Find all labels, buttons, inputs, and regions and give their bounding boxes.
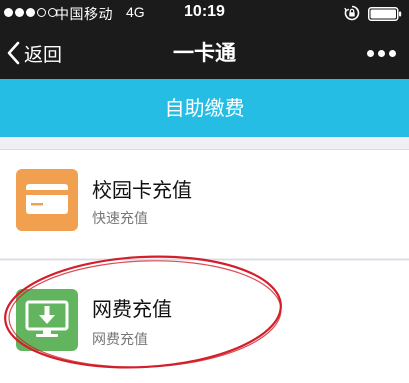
item-title: 校园卡充值 [92,178,192,202]
list-item-campus-card-recharge[interactable]: 校园卡充值 快速充值 [0,150,409,258]
back-label: 返回 [24,43,63,66]
card-icon [16,169,78,231]
more-dots-icon [366,49,374,57]
item-subtitle: 快速充值 [92,211,148,227]
list-divider [0,259,409,260]
item-subtitle: 网费充值 [92,332,148,348]
rotation-lock-icon [344,5,360,21]
monitor-download-icon [16,289,78,351]
item-title: 网费充值 [92,297,172,321]
battery-icon [368,7,402,21]
chevron-left-icon [7,41,20,65]
status-bar: 中国移动 4G 10:19 [0,0,409,27]
back-button[interactable]: 返回 [6,27,62,79]
screen: 中国移动 4G 10:19 返回 一卡通 自助缴费 校园卡充值 快速充值 网费充… [0,0,409,383]
more-options-button[interactable] [361,39,401,67]
nav-bar: 返回 一卡通 [0,27,409,79]
list-item-network-fee-recharge[interactable]: 网费充值 网费充值 [0,261,409,383]
section-header: 自助缴费 [0,79,409,137]
